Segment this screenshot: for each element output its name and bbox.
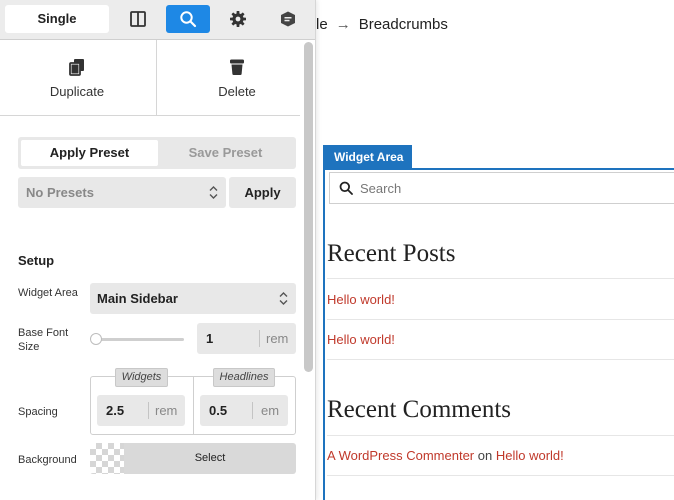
duplicate-icon xyxy=(69,59,84,76)
trash-icon xyxy=(230,59,244,75)
gear-icon xyxy=(230,11,246,27)
unit-separator xyxy=(148,402,149,419)
tab-apply-preset[interactable]: Apply Preset xyxy=(21,140,158,166)
duplicate-label: Duplicate xyxy=(49,84,105,99)
settings-button[interactable] xyxy=(216,5,260,33)
slider-thumb[interactable] xyxy=(90,333,102,345)
chevron-up-down-icon xyxy=(279,292,288,305)
widgets-tag: Widgets xyxy=(115,368,168,387)
breadcrumb-current: Breadcrumbs xyxy=(358,16,448,33)
headlines-spacing-unit: em xyxy=(261,403,280,418)
widget-area-field-label: Widget Area xyxy=(18,287,78,299)
page-preview: le → Breadcrumbs Widget Area Search Recent… xyxy=(316,0,674,500)
headlines-tag: Headlines xyxy=(213,368,275,387)
search-input[interactable]: Search xyxy=(329,172,674,204)
preset-select[interactable]: No Presets xyxy=(18,177,226,208)
widget-area-label[interactable]: Widget Area xyxy=(325,145,413,169)
widgets-spacing-field[interactable]: 2.5 rem xyxy=(97,395,185,426)
background-label: Background xyxy=(18,454,77,466)
duplicate-button[interactable]: Duplicate xyxy=(2,40,152,116)
breadcrumb-prefix[interactable]: le xyxy=(316,16,328,33)
divider xyxy=(327,278,674,279)
recent-comments-title: Recent Comments xyxy=(327,396,511,423)
spacing-group: Widgets Headlines 2.5 rem 0.5 em xyxy=(90,368,296,435)
comment-post-link[interactable]: Hello world! xyxy=(496,448,564,463)
widget-area-select[interactable]: Main Sidebar xyxy=(90,283,296,314)
widgets-spacing-value: 2.5 xyxy=(106,403,125,418)
recent-comment-item: A WordPress Commenter on Hello world! xyxy=(327,448,564,463)
columns-button[interactable] xyxy=(116,5,160,33)
delete-button[interactable]: Delete xyxy=(162,40,312,116)
base-font-size-value: 1 xyxy=(206,331,214,346)
widget-area-select-value: Main Sidebar xyxy=(97,291,178,306)
spacing-label: Spacing xyxy=(18,406,58,418)
base-font-size-unit: rem xyxy=(266,331,289,346)
search-button[interactable] xyxy=(166,5,210,33)
panel-toolbar: Single xyxy=(0,0,315,40)
divider xyxy=(327,319,674,320)
setup-heading: Setup xyxy=(18,253,55,268)
comment-on-text: on xyxy=(477,448,493,463)
recent-post-link[interactable]: Hello world! xyxy=(327,292,395,307)
search-icon xyxy=(180,11,197,28)
panel-scrollbar[interactable] xyxy=(304,42,313,372)
widget-area[interactable]: Widget Area Search Recent Posts Hello wo… xyxy=(323,145,674,500)
background-swatch[interactable] xyxy=(90,443,124,474)
base-font-size-field[interactable]: 1 rem xyxy=(197,323,296,354)
unit-separator xyxy=(259,330,260,347)
chevron-up-down-icon xyxy=(209,186,218,199)
background-select-button[interactable]: Select xyxy=(124,443,296,474)
shield-chat-icon xyxy=(281,11,295,27)
delete-label: Delete xyxy=(218,84,256,99)
search-icon xyxy=(339,181,353,195)
base-font-size-label: Base Font Size xyxy=(18,327,69,353)
comment-author-link[interactable]: A WordPress Commenter xyxy=(327,448,474,463)
recent-posts-title: Recent Posts xyxy=(327,240,456,267)
recent-post-link[interactable]: Hello world! xyxy=(327,332,395,347)
search-placeholder: Search xyxy=(360,181,402,196)
divider xyxy=(156,40,157,116)
divider xyxy=(327,475,674,476)
divider xyxy=(327,359,674,360)
element-actions: Duplicate Delete xyxy=(0,40,300,116)
headlines-spacing-value: 0.5 xyxy=(209,403,228,418)
divider xyxy=(327,435,674,436)
comments-button[interactable] xyxy=(266,5,310,33)
columns-icon xyxy=(130,11,146,27)
widgets-spacing-unit: rem xyxy=(155,403,178,418)
breadcrumb-arrow: → xyxy=(335,16,351,33)
breadcrumb: le → Breadcrumbs xyxy=(316,16,448,33)
single-mode-button[interactable]: Single xyxy=(5,5,109,33)
base-font-size-slider[interactable] xyxy=(94,338,184,341)
preset-tabs: Apply Preset Save Preset xyxy=(18,137,296,169)
settings-panel: Single Duplicate Delete Apply Preset Sav… xyxy=(0,0,316,500)
preset-select-value: No Presets xyxy=(26,185,94,200)
apply-preset-button[interactable]: Apply xyxy=(229,177,296,208)
unit-separator xyxy=(252,402,253,419)
tab-save-preset[interactable]: Save Preset xyxy=(158,140,293,166)
headlines-spacing-field[interactable]: 0.5 em xyxy=(200,395,288,426)
divider xyxy=(193,377,194,434)
